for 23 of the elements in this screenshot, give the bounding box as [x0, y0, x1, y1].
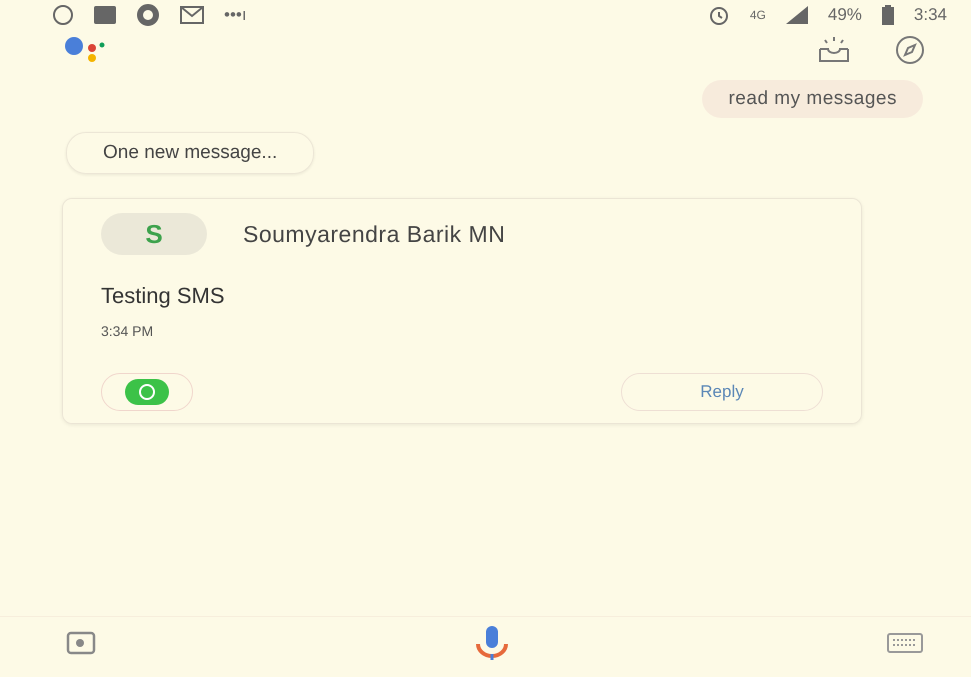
lens-icon[interactable]	[66, 631, 96, 655]
more-notifications: •••ı	[224, 5, 247, 25]
signal-icon	[786, 6, 808, 24]
mail-icon	[180, 6, 204, 24]
phone-bubble-icon	[125, 379, 169, 405]
image-icon	[94, 6, 116, 24]
chat-app-button[interactable]	[101, 373, 193, 411]
battery-percentage: 49%	[828, 5, 862, 25]
compass-icon[interactable]	[895, 35, 925, 65]
inbox-icon[interactable]	[817, 37, 851, 63]
assistant-message-bubble: One new message...	[66, 132, 314, 174]
circle-icon	[136, 3, 160, 27]
alarm-icon	[708, 4, 730, 26]
keyboard-icon[interactable]	[887, 633, 923, 653]
sender-name: Soumyarendra Barik MN	[243, 220, 506, 248]
reply-button[interactable]: Reply	[621, 373, 823, 411]
user-message-bubble: read my messages	[702, 80, 923, 118]
battery-icon	[882, 5, 894, 25]
message-text: Testing SMS	[101, 283, 226, 309]
contact-avatar: S	[101, 213, 207, 255]
network-type: 4G	[750, 8, 766, 22]
message-time: 3:34 PM	[101, 323, 154, 339]
clock-time: 3:34	[914, 5, 947, 25]
